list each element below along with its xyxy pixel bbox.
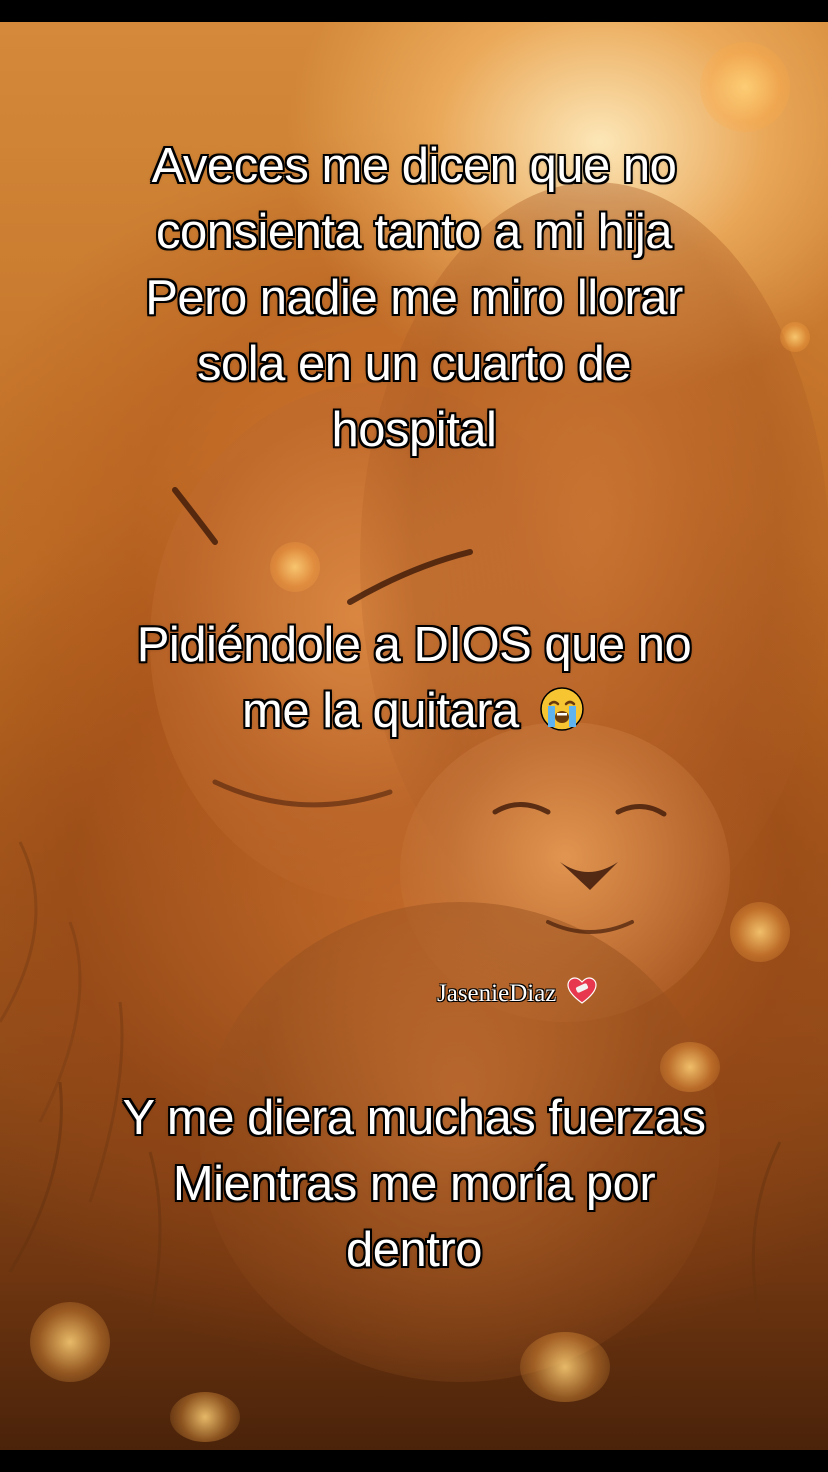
caption-block-1: Aveces me dicen que no consienta tanto a… <box>0 133 828 463</box>
caption-block-3: Y me diera muchas fuerzas Mientras me mo… <box>0 1085 828 1283</box>
caption-line: Pidiéndole a DIOS que no <box>136 618 692 672</box>
caption-line: Y me diera muchas fuerzas <box>122 1091 706 1145</box>
caption-line: Mientras me moría por <box>172 1157 656 1211</box>
caption-line: me la quitara <box>242 684 519 738</box>
caption-line: hospital <box>331 403 497 457</box>
mending-heart-icon <box>567 977 597 1004</box>
caption-line: Aveces me dicen que no <box>151 139 677 193</box>
author-watermark: JasenieDiaz <box>437 977 597 1009</box>
caption-block-2: Pidiéndole a DIOS que no me la quitara <box>0 612 828 744</box>
caption-line: dentro <box>346 1223 482 1277</box>
caption-line: consienta tanto a mi hija <box>156 205 672 259</box>
caption-line: Pero nadie me miro llorar <box>145 271 683 325</box>
caption-line: sola en un cuarto de <box>196 337 632 391</box>
video-frame: Aveces me dicen que no consienta tanto a… <box>0 0 828 1472</box>
caption-line-with-emoji: me la quitara <box>0 678 828 744</box>
loudly-crying-face-icon <box>540 687 584 731</box>
watermark-text: JasenieDiaz <box>437 980 557 1007</box>
